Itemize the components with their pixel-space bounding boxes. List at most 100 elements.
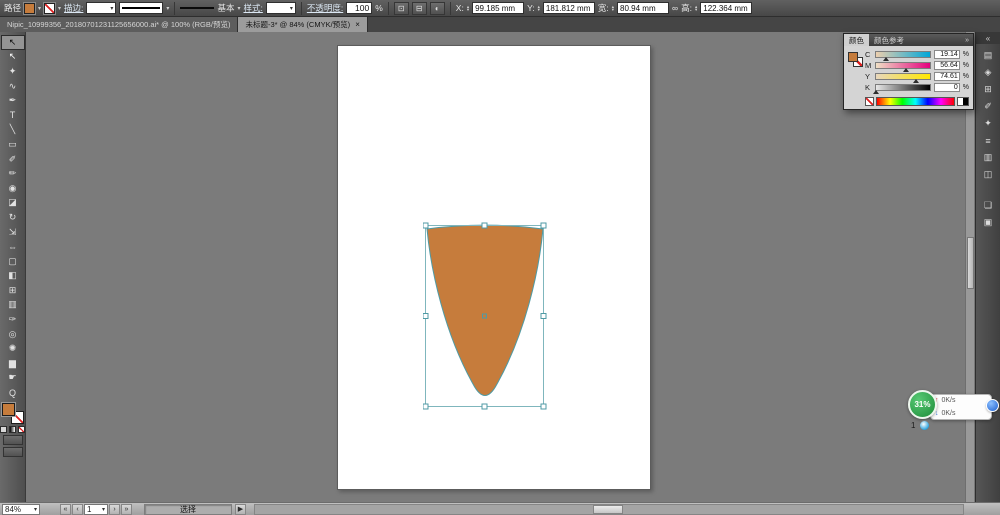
handle-mid-left[interactable] xyxy=(423,313,429,319)
gradient-button[interactable] xyxy=(9,425,16,433)
symbol-sprayer-tool[interactable]: ✺ xyxy=(1,341,25,356)
vertical-scrollbar-thumb[interactable] xyxy=(967,237,974,289)
stroke-panel-icon[interactable]: ≡ xyxy=(979,134,998,148)
gradient-tool[interactable]: ▥ xyxy=(1,298,25,313)
column-graph-tool[interactable]: ▆ xyxy=(1,356,25,371)
stroke-weight-select[interactable]: ▾ xyxy=(86,2,117,14)
close-tab-icon[interactable]: × xyxy=(355,20,360,29)
status-tool-indicator[interactable]: 选择 xyxy=(144,503,232,515)
color-spectrum[interactable] xyxy=(876,96,955,106)
black-slider[interactable] xyxy=(873,84,931,94)
style-link[interactable]: 样式: xyxy=(243,2,262,14)
magic-wand-tool[interactable]: ✦ xyxy=(1,64,25,79)
progress-ball[interactable]: 31% xyxy=(908,390,937,419)
horizontal-scrollbar-thumb[interactable] xyxy=(593,504,623,514)
blend-tool[interactable]: ◎ xyxy=(1,327,25,342)
selected-shape-group[interactable] xyxy=(423,222,549,412)
last-artboard-button[interactable]: » xyxy=(121,503,132,515)
brush-dropdown-icon[interactable]: ▾ xyxy=(237,5,240,12)
cyan-value-input[interactable]: 19.14 xyxy=(933,50,960,59)
status-menu-button[interactable]: ▶ xyxy=(235,503,246,515)
fill-indicator[interactable] xyxy=(848,52,858,62)
width-input[interactable]: 80.94 mm xyxy=(617,2,670,14)
yellow-slider[interactable] xyxy=(875,73,931,83)
align-button[interactable]: ⊟ xyxy=(411,1,427,15)
stepper-down-icon[interactable]: ▾ xyxy=(467,7,469,12)
document-tab-1[interactable]: Nipic_10999356_20180701231125656000.ai* … xyxy=(0,17,239,32)
stroke-weight-link[interactable]: 描边: xyxy=(64,2,83,14)
compass-icon[interactable] xyxy=(919,420,931,431)
pencil-tool[interactable]: ✏ xyxy=(1,166,25,181)
screen-mode-button[interactable] xyxy=(2,446,23,457)
first-artboard-button[interactable]: « xyxy=(60,503,71,515)
cone-shape[interactable] xyxy=(426,224,544,396)
scale-tool[interactable]: ⇲ xyxy=(1,225,25,240)
browser-icon[interactable] xyxy=(986,399,999,412)
expand-panels-button[interactable]: « xyxy=(976,32,1000,44)
stroke-weight-dropdown-icon[interactable]: ▾ xyxy=(110,5,113,12)
line-segment-tool[interactable]: ╲ xyxy=(1,123,25,138)
brush-definition-label[interactable]: 基本 xyxy=(217,2,234,14)
brushes-panel-icon[interactable]: ✐ xyxy=(979,100,998,114)
stroke-dropdown-icon[interactable]: ▾ xyxy=(58,5,61,12)
cyan-slider[interactable] xyxy=(875,51,931,61)
color-guide-panel-icon[interactable]: ◈ xyxy=(979,66,998,80)
none-button[interactable] xyxy=(18,425,25,433)
zoom-level-select[interactable]: 84% ▾ xyxy=(2,503,40,515)
swatches-panel-icon[interactable]: ⊞ xyxy=(979,83,998,97)
panel-menu-icon[interactable]: » xyxy=(961,34,973,46)
eyedropper-tool[interactable]: ✑ xyxy=(1,312,25,327)
stepper-down-icon[interactable]: ▾ xyxy=(612,7,614,12)
black-slider-marker[interactable] xyxy=(873,90,879,94)
handle-bottom-right[interactable] xyxy=(540,403,547,410)
toolbar-fill-swatch[interactable] xyxy=(1,402,15,416)
rectangle-tool[interactable]: ▭ xyxy=(1,137,25,152)
style-dropdown-icon[interactable]: ▾ xyxy=(290,5,293,12)
stroke-color-swatch[interactable] xyxy=(44,2,56,14)
handle-mid-right[interactable] xyxy=(540,313,547,319)
profile-dropdown-icon[interactable]: ▾ xyxy=(166,5,169,12)
opacity-input[interactable]: 100 xyxy=(346,2,373,14)
eraser-tool[interactable]: ◪ xyxy=(1,196,25,211)
height-input[interactable]: 122.364 mm xyxy=(700,2,753,14)
artboard-number-select[interactable]: 1 ▾ xyxy=(84,503,108,515)
free-transform-tool[interactable]: ▢ xyxy=(1,254,25,269)
blob-brush-tool[interactable]: ◉ xyxy=(1,181,25,196)
recolor-artwork-button[interactable]: ◐ xyxy=(429,1,445,15)
x-input[interactable]: 99.185 mm xyxy=(472,2,525,14)
magenta-slider[interactable] xyxy=(875,62,931,72)
document-tab-2[interactable]: 未标题-3* @ 84% (CMYK/预览) × xyxy=(238,17,368,32)
symbols-panel-icon[interactable]: ✦ xyxy=(979,117,998,131)
selection-tool[interactable]: ↖ xyxy=(0,35,25,50)
paintbrush-tool[interactable]: ✐ xyxy=(1,152,25,167)
handle-bottom-left[interactable] xyxy=(423,403,429,410)
black-value-input[interactable]: 0 xyxy=(933,83,960,92)
horizontal-scrollbar[interactable] xyxy=(254,503,964,515)
handle-top-mid[interactable] xyxy=(481,222,488,229)
width-stepper[interactable]: ▴ ▾ xyxy=(612,4,614,12)
handle-top-right[interactable] xyxy=(540,222,547,229)
drawing-mode-button[interactable] xyxy=(2,434,23,445)
mesh-tool[interactable]: ⊞ xyxy=(1,283,25,298)
type-tool[interactable]: T xyxy=(1,108,25,123)
variable-width-profile-select[interactable] xyxy=(119,2,164,14)
magenta-value-input[interactable]: 56.64 xyxy=(933,61,960,70)
y-input[interactable]: 181.812 mm xyxy=(542,2,595,14)
yellow-value-input[interactable]: 74.61 xyxy=(933,72,960,81)
shape-builder-tool[interactable]: ◧ xyxy=(1,269,25,284)
opacity-link[interactable]: 不透明度: xyxy=(307,2,343,14)
height-stepper[interactable]: ▴ ▾ xyxy=(695,4,697,12)
hand-tool[interactable]: ☛ xyxy=(1,371,25,386)
cyan-slider-marker[interactable] xyxy=(883,57,890,61)
direct-selection-tool[interactable]: ↖ xyxy=(1,50,25,65)
x-stepper[interactable]: ▴ ▾ xyxy=(467,4,469,12)
handle-bottom-mid[interactable] xyxy=(481,403,488,410)
tab-color[interactable]: 颜色 xyxy=(844,34,869,46)
stepper-down-icon[interactable]: ▾ xyxy=(695,7,697,12)
constrain-proportions-icon[interactable]: ∞ xyxy=(672,3,678,13)
zoom-dropdown-icon[interactable]: ▾ xyxy=(34,506,37,513)
stepper-down-icon[interactable]: ▾ xyxy=(538,7,540,12)
transform-button[interactable]: ⊡ xyxy=(393,1,409,15)
layers-panel-icon[interactable]: ❏ xyxy=(979,199,998,213)
handle-top-left[interactable] xyxy=(423,222,429,229)
